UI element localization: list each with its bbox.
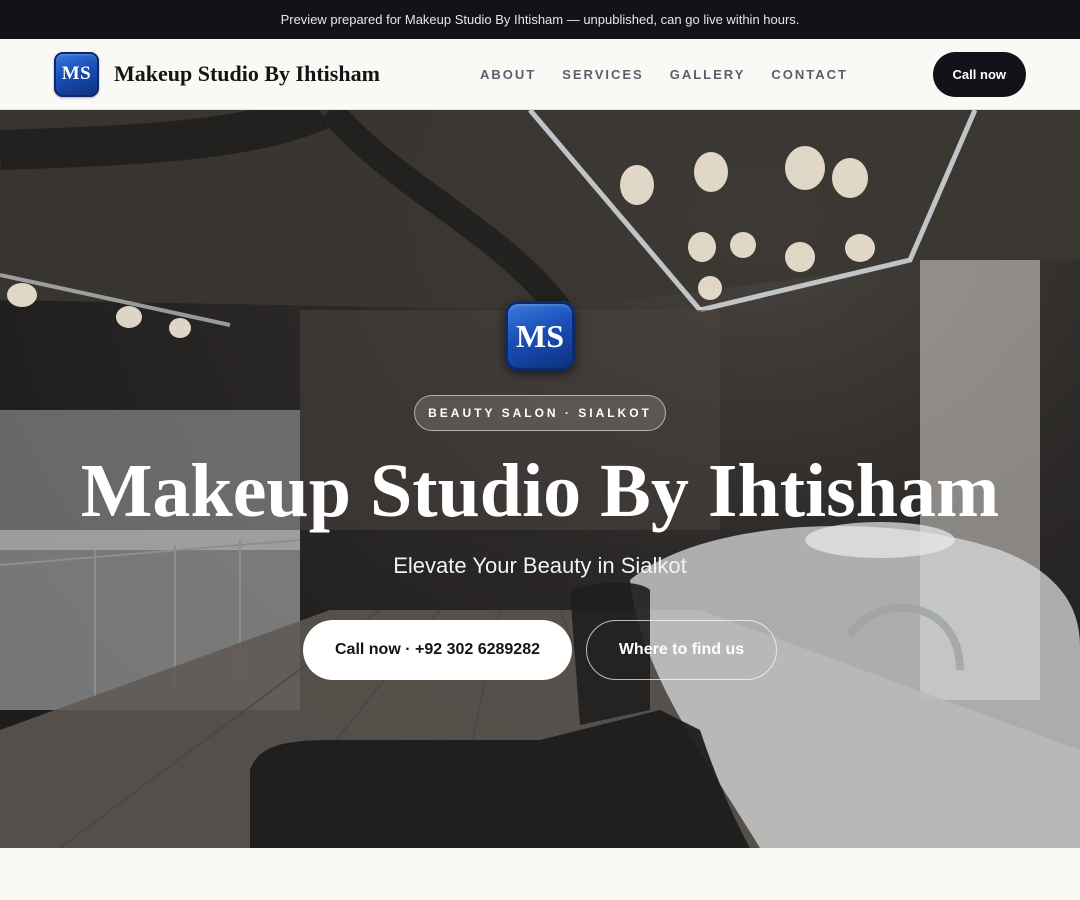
hero-title: Makeup Studio By Ihtisham	[80, 449, 1000, 533]
nav-services[interactable]: SERVICES	[562, 67, 644, 82]
hero-section: MS BEAUTY SALON · SIALKOT Makeup Studio …	[0, 110, 1080, 848]
brand-logo: MS	[54, 51, 99, 97]
brand[interactable]: MS Makeup Studio By Ihtisham	[54, 51, 380, 97]
main-nav: ABOUT SERVICES GALLERY CONTACT	[480, 39, 848, 109]
find-us-button[interactable]: Where to find us	[586, 620, 777, 680]
brand-logo-text: MS	[61, 63, 92, 84]
call-now-button[interactable]: Call now · +92 302 6289282	[303, 620, 572, 680]
brand-name: Makeup Studio By Ihtisham	[114, 61, 380, 86]
preview-banner: Preview prepared for Makeup Studio By Ih…	[0, 0, 1080, 39]
hero-logo-text: MS	[516, 317, 564, 354]
hero-content: MS BEAUTY SALON · SIALKOT Makeup Studio …	[0, 110, 1080, 848]
header-call-button[interactable]: Call now	[932, 52, 1026, 97]
hero-logo: MS	[505, 301, 575, 371]
nav-contact[interactable]: CONTACT	[771, 67, 848, 82]
site-header: MS Makeup Studio By Ihtisham ABOUT SERVI…	[0, 39, 1080, 110]
category-badge: BEAUTY SALON · SIALKOT	[414, 395, 666, 431]
nav-gallery[interactable]: GALLERY	[670, 67, 746, 82]
nav-about[interactable]: ABOUT	[480, 67, 536, 82]
hero-subtitle: Elevate Your Beauty in Sialkot	[393, 553, 687, 578]
preview-banner-text: Preview prepared for Makeup Studio By Ih…	[280, 12, 800, 27]
